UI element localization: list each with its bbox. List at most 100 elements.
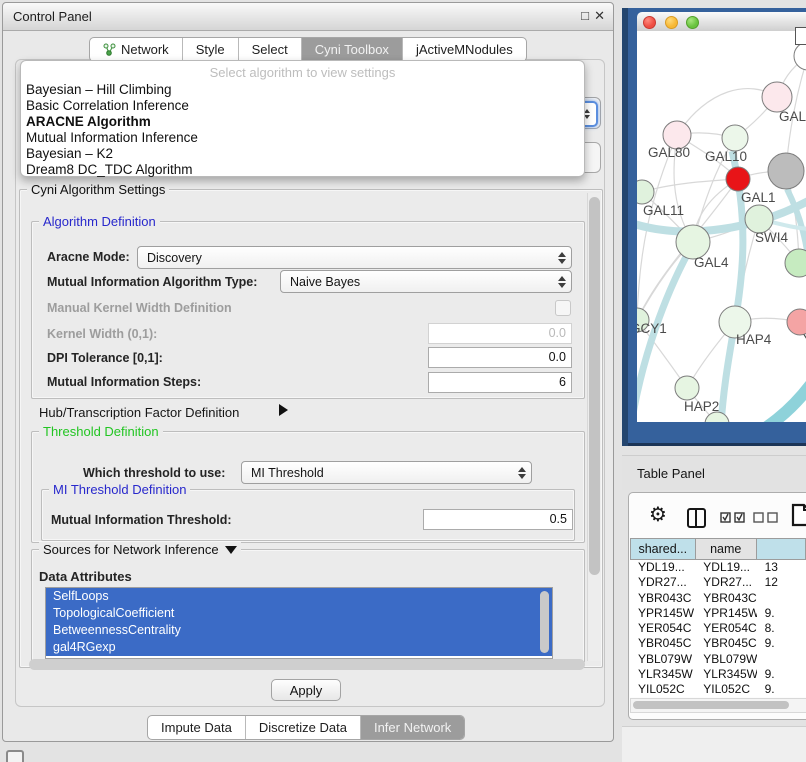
tab-impute-data[interactable]: Impute Data	[148, 716, 246, 739]
zoom-traffic-light-icon[interactable]	[686, 16, 699, 29]
network-node-label: GAL11	[643, 203, 684, 218]
unchecked-columns-icon[interactable]	[753, 512, 779, 523]
mi-threshold-field[interactable]: 0.5	[423, 509, 573, 530]
mi-steps-field[interactable]: 6	[428, 372, 572, 393]
gear-icon[interactable]: ⚙	[649, 505, 667, 525]
network-node-hap2[interactable]	[675, 376, 699, 400]
tab-label: Style	[196, 42, 225, 57]
network-node-gal[interactable]	[762, 82, 792, 112]
settings-vertical-scrollbar[interactable]	[587, 193, 601, 661]
manual-kernel-checkbox[interactable]	[555, 300, 571, 316]
combo-stepper-icon	[553, 276, 571, 288]
which-threshold-combo[interactable]: MI Threshold	[241, 461, 532, 484]
data-attributes-label: Data Attributes	[39, 569, 132, 584]
network-edge-thick[interactable]	[721, 151, 743, 422]
algorithm-option[interactable]: Bayesian – Hill Climbing	[26, 82, 579, 98]
float-icon[interactable]: □	[581, 8, 589, 23]
network-node-gal10[interactable]	[722, 125, 748, 151]
table-cell: YER054C	[630, 621, 695, 636]
tab-infer-network[interactable]: Infer Network	[361, 716, 464, 739]
table-row[interactable]: YLR345WYLR345W9.	[630, 667, 806, 682]
tab-discretize-data[interactable]: Discretize Data	[246, 716, 361, 739]
algorithm-dropdown-popup: Select algorithm to view settings Bayesi…	[20, 60, 585, 177]
network-node-label: SWI4	[755, 230, 788, 245]
aracne-mode-label: Aracne Mode:	[47, 250, 130, 264]
apply-button[interactable]: Apply	[271, 679, 341, 701]
algorithm-option[interactable]: Mutual Information Inference	[26, 130, 579, 146]
table-row[interactable]: YBR045CYBR045C9.	[630, 636, 806, 651]
table-column-header[interactable]	[757, 538, 806, 560]
network-node[interactable]	[768, 153, 804, 189]
network-node-label: HAP4	[736, 332, 772, 347]
table-cell: 9.	[757, 636, 806, 651]
aracne-mode-combo[interactable]: Discovery	[137, 246, 572, 269]
network-node-swi4[interactable]	[745, 205, 773, 233]
tab-select[interactable]: Select	[239, 38, 302, 61]
tab-jactivemnodules[interactable]: jActiveMNodules	[403, 38, 526, 61]
data-attribute-item[interactable]: TopologicalCoefficient	[46, 605, 552, 622]
network-node-gal4[interactable]	[676, 225, 710, 259]
algorithm-option[interactable]: Basic Correlation Inference	[26, 98, 579, 114]
tab-network[interactable]: Network	[90, 38, 183, 61]
control-panel-title: Control Panel	[13, 9, 92, 24]
minimize-traffic-light-icon[interactable]	[665, 16, 678, 29]
settings-group-title: Cyni Algorithm Settings	[27, 182, 169, 197]
table-row[interactable]: YPR145WYPR145W9.	[630, 606, 806, 621]
screen: Control Panel □ ✕ NetworkStyleSelectCyni…	[0, 0, 806, 762]
document-icon[interactable]	[791, 503, 806, 527]
aracne-mode-value: Discovery	[138, 251, 553, 265]
settings-horizontal-scrollbar-thumb[interactable]	[29, 659, 585, 670]
algorithm-option[interactable]: Dream8 DC_TDC Algorithm	[26, 162, 579, 178]
hub-definition-label[interactable]: Hub/Transcription Factor Definition	[39, 405, 239, 420]
table-column-header[interactable]: name	[696, 538, 757, 560]
close-icon[interactable]: ✕	[594, 8, 605, 24]
checked-columns-icon[interactable]	[720, 512, 746, 523]
data-attribute-item[interactable]: gal4RGexp	[46, 639, 552, 656]
table-row[interactable]: YDR27...YDR27...12	[630, 575, 806, 590]
settings-vertical-scrollbar-thumb[interactable]	[589, 197, 600, 575]
dock-corner-icon[interactable]	[6, 750, 24, 762]
which-threshold-label: Which threshold to use:	[83, 466, 225, 480]
table-row[interactable]: YDL19...YDL19...13	[630, 560, 806, 575]
table-row[interactable]: YBR043CYBR043C	[630, 591, 806, 606]
table-cell: YDL19...	[695, 560, 756, 575]
algorithm-option[interactable]: Bayesian – K2	[26, 146, 579, 162]
table-cell: YIL052C	[630, 682, 695, 697]
network-edge-thick[interactable]	[741, 379, 806, 422]
kernel-width-field[interactable]: 0.0	[428, 323, 572, 344]
tab-cyni-toolbox[interactable]: Cyni Toolbox	[302, 38, 403, 61]
table-body: YDL19...YDL19...13YDR27...YDR27...12YBR0…	[630, 560, 806, 697]
table-panel-title: Table Panel	[637, 466, 705, 481]
table-scrollbar-thumb[interactable]	[633, 701, 789, 709]
network-node-label: GAL10	[705, 149, 747, 164]
split-view-icon[interactable]	[687, 508, 706, 528]
network-node[interactable]	[785, 249, 806, 277]
table-column-header[interactable]: shared...	[630, 538, 696, 560]
network-node-gal1[interactable]	[726, 167, 750, 191]
table-row[interactable]: YER054CYER054C8.	[630, 621, 806, 636]
table-cell: YPR145W	[630, 606, 695, 621]
collapse-arrow-icon[interactable]	[279, 404, 288, 416]
tab-style[interactable]: Style	[183, 38, 239, 61]
expand-arrow-icon[interactable]	[225, 546, 237, 554]
dpi-tolerance-field[interactable]: 0.0	[428, 347, 572, 368]
table-cell: YBL079W	[630, 652, 695, 667]
mi-type-combo[interactable]: Naive Bayes	[280, 270, 572, 293]
data-attribute-item[interactable]: BetweennessCentrality	[46, 622, 552, 639]
algorithm-option[interactable]: ARACNE Algorithm	[26, 114, 579, 130]
network-window-titlebar[interactable]	[637, 12, 806, 32]
top-tab-bar: Network Style SelectCyni ToolboxjActiveMNo…	[89, 37, 527, 62]
table-row[interactable]: YBL079WYBL079W	[630, 652, 806, 667]
list-scrollbar-thumb[interactable]	[540, 591, 549, 653]
birdseye-toggle[interactable]	[795, 27, 806, 45]
data-attribute-item[interactable]: SelfLoops	[46, 588, 552, 605]
network-canvas[interactable]: GALGAL80GAL10GAL1GAL11SWI4GAL4GCY1HAP4YH…	[637, 31, 806, 422]
close-traffic-light-icon[interactable]	[643, 16, 656, 29]
table-header-row: shared...name	[630, 538, 806, 560]
table-cell: 12	[757, 575, 806, 590]
data-attributes-list[interactable]: SelfLoopsTopologicalCoefficientBetweenne…	[45, 587, 553, 659]
algorithm-prompt: Select algorithm to view settings	[21, 65, 584, 80]
control-panel-window: Control Panel □ ✕ NetworkStyleSelectCyni…	[2, 2, 614, 742]
table-row[interactable]: YIL052CYIL052C9.	[630, 682, 806, 697]
table-horizontal-scrollbar[interactable]	[630, 698, 806, 713]
